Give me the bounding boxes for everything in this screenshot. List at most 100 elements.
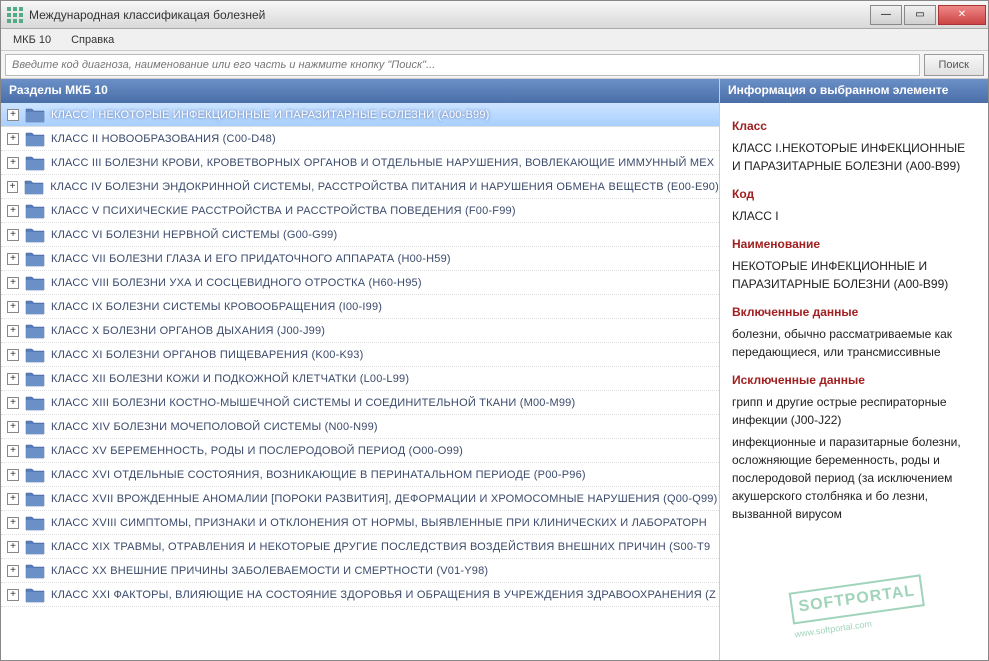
tree-item-label: КЛАСС XII БОЛЕЗНИ КОЖИ И ПОДКОЖНОЙ КЛЕТЧ… bbox=[51, 373, 409, 385]
right-panel-header: Информация о выбранном элементе bbox=[720, 79, 988, 103]
tree-item-label: КЛАСС XVI ОТДЕЛЬНЫЕ СОСТОЯНИЯ, ВОЗНИКАЮЩ… bbox=[51, 469, 586, 481]
expand-icon[interactable]: + bbox=[7, 181, 18, 193]
maximize-button[interactable]: ▭ bbox=[904, 5, 936, 25]
expand-icon[interactable]: + bbox=[7, 301, 19, 313]
minimize-button[interactable]: — bbox=[870, 5, 902, 25]
right-panel: Информация о выбранном элементе Класс КЛ… bbox=[720, 79, 988, 660]
left-panel-header: Разделы МКБ 10 bbox=[1, 79, 719, 103]
info-heading-included: Включенные данные bbox=[732, 303, 976, 321]
app-window: Международная классификацая болезней — ▭… bbox=[0, 0, 989, 661]
watermark-main: SOFTPORTAL bbox=[789, 574, 925, 624]
search-toolbar: Поиск bbox=[1, 51, 988, 79]
tree-item[interactable]: + КЛАСС XXI ФАКТОРЫ, ВЛИЯЮЩИЕ НА СОСТОЯНИ… bbox=[1, 583, 719, 607]
folder-icon bbox=[25, 539, 45, 555]
expand-icon[interactable]: + bbox=[7, 517, 19, 529]
content-area: Разделы МКБ 10 + КЛАСС I НЕКОТОРЫЕ ИНФЕКЦ… bbox=[1, 79, 988, 660]
tree-item[interactable]: +КЛАСС XVII ВРОЖДЕННЫЕ АНОМАЛИИ [ПОРОКИ … bbox=[1, 487, 719, 511]
expand-icon[interactable]: + bbox=[7, 589, 19, 601]
folder-icon bbox=[25, 107, 45, 123]
folder-icon bbox=[25, 587, 45, 603]
expand-icon[interactable]: + bbox=[7, 229, 19, 241]
expand-icon[interactable]: + bbox=[7, 157, 19, 169]
titlebar[interactable]: Международная классификацая болезней — ▭… bbox=[1, 1, 988, 29]
window-controls: — ▭ ✕ bbox=[870, 5, 988, 25]
tree-item-label: КЛАСС XVIII СИМПТОМЫ, ПРИЗНАКИ И ОТКЛОНЕ… bbox=[51, 517, 707, 529]
info-value-code: КЛАСС I bbox=[732, 207, 976, 225]
expand-icon[interactable]: + bbox=[7, 205, 19, 217]
tree-item-label: КЛАСС VII БОЛЕЗНИ ГЛАЗА И ЕГО ПРИДАТОЧНО… bbox=[51, 253, 451, 265]
tree-item[interactable]: + КЛАСС XVIII СИМПТОМЫ, ПРИЗНАКИ И ОТКЛОН… bbox=[1, 511, 719, 535]
app-icon bbox=[7, 7, 23, 23]
tree-item-label: КЛАСС XIV БОЛЕЗНИ МОЧЕПОЛОВОЙ СИСТЕМЫ (N… bbox=[51, 421, 378, 433]
expand-icon[interactable]: + bbox=[7, 109, 19, 121]
folder-icon bbox=[25, 347, 45, 363]
tree-item[interactable]: +КЛАСС V ПСИХИЧЕСКИЕ РАССТРОЙСТВА И РАСС… bbox=[1, 199, 719, 223]
tree-item-label: КЛАСС VI БОЛЕЗНИ НЕРВНОЙ СИСТЕМЫ (G00-G9… bbox=[51, 229, 337, 241]
menu-help[interactable]: Справка bbox=[63, 32, 122, 48]
window-title: Международная классификацая болезней bbox=[29, 8, 870, 22]
tree-item[interactable]: + КЛАСС XV БЕРЕМЕННОСТЬ, РОДЫ И ПОСЛЕРОДО… bbox=[1, 439, 719, 463]
tree-item[interactable]: +КЛАСС IX БОЛЕЗНИ СИСТЕМЫ КРОВООБРАЩЕНИЯ… bbox=[1, 295, 719, 319]
info-value-name: НЕКОТОРЫЕ ИНФЕКЦИОННЫЕ И ПАРАЗИТАРНЫЕ БО… bbox=[732, 257, 976, 293]
folder-icon bbox=[25, 419, 45, 435]
tree-item[interactable]: + КЛАСС XII БОЛЕЗНИ КОЖИ И ПОДКОЖНОЙ КЛЕТ… bbox=[1, 367, 719, 391]
tree-item-label: КЛАСС VIII БОЛЕЗНИ УХА И СОСЦЕВИДНОГО ОТ… bbox=[51, 277, 422, 289]
expand-icon[interactable]: + bbox=[7, 133, 19, 145]
folder-icon bbox=[25, 323, 45, 339]
tree-item[interactable]: + КЛАСС XIV БОЛЕЗНИ МОЧЕПОЛОВОЙ СИСТЕМЫ (… bbox=[1, 415, 719, 439]
expand-icon[interactable]: + bbox=[7, 565, 19, 577]
tree-item-label: КЛАСС II НОВООБРАЗОВАНИЯ (C00-D48) bbox=[51, 133, 276, 145]
tree-item-label: КЛАСС XI БОЛЕЗНИ ОРГАНОВ ПИЩЕВАРЕНИЯ (K0… bbox=[51, 349, 363, 361]
folder-icon bbox=[25, 275, 45, 291]
tree-item[interactable]: + КЛАСС VI БОЛЕЗНИ НЕРВНОЙ СИСТЕМЫ (G00-G… bbox=[1, 223, 719, 247]
search-input[interactable] bbox=[5, 54, 920, 76]
tree-item[interactable]: +КЛАСС X БОЛЕЗНИ ОРГАНОВ ДЫХАНИЯ (J00-J9… bbox=[1, 319, 719, 343]
tree-item-label: КЛАСС XV БЕРЕМЕННОСТЬ, РОДЫ И ПОСЛЕРОДОВ… bbox=[51, 445, 463, 457]
folder-icon bbox=[25, 443, 45, 459]
folder-icon bbox=[25, 227, 45, 243]
folder-icon bbox=[25, 131, 45, 147]
tree-item-label: КЛАСС XXI ФАКТОРЫ, ВЛИЯЮЩИЕ НА СОСТОЯНИЕ… bbox=[51, 589, 716, 601]
expand-icon[interactable]: + bbox=[7, 421, 19, 433]
tree-item[interactable]: + КЛАСС XX ВНЕШНИЕ ПРИЧИНЫ ЗАБОЛЕВАЕМОСТИ… bbox=[1, 559, 719, 583]
folder-icon bbox=[25, 203, 45, 219]
expand-icon[interactable]: + bbox=[7, 541, 19, 553]
expand-icon[interactable]: + bbox=[7, 325, 19, 337]
search-button[interactable]: Поиск bbox=[924, 54, 984, 76]
expand-icon[interactable]: + bbox=[7, 349, 19, 361]
info-heading-class: Класс bbox=[732, 117, 976, 135]
expand-icon[interactable]: + bbox=[7, 397, 19, 409]
tree-item[interactable]: +КЛАСС XIX ТРАВМЫ, ОТРАВЛЕНИЯ И НЕКОТОРЫ… bbox=[1, 535, 719, 559]
tree-item[interactable]: + КЛАСС XI БОЛЕЗНИ ОРГАНОВ ПИЩЕВАРЕНИЯ (K… bbox=[1, 343, 719, 367]
tree-item[interactable]: + КЛАСС II НОВООБРАЗОВАНИЯ (C00-D48) bbox=[1, 127, 719, 151]
tree-item[interactable]: + КЛАСС VII БОЛЕЗНИ ГЛАЗА И ЕГО ПРИДАТОЧН… bbox=[1, 247, 719, 271]
info-panel[interactable]: Класс КЛАСС I.НЕКОТОРЫЕ ИНФЕКЦИОННЫЕ И П… bbox=[720, 103, 988, 660]
folder-icon bbox=[25, 155, 45, 171]
expand-icon[interactable]: + bbox=[7, 445, 19, 457]
info-heading-code: Код bbox=[732, 185, 976, 203]
tree-item-label: КЛАСС XX ВНЕШНИЕ ПРИЧИНЫ ЗАБОЛЕВАЕМОСТИ … bbox=[51, 565, 488, 577]
menu-mkb10[interactable]: МКБ 10 bbox=[5, 32, 59, 48]
tree-item[interactable]: + КЛАСС XVI ОТДЕЛЬНЫЕ СОСТОЯНИЯ, ВОЗНИКАЮ… bbox=[1, 463, 719, 487]
tree-item-label: КЛАСС I НЕКОТОРЫЕ ИНФЕКЦИОННЫЕ И ПАРАЗИТ… bbox=[51, 109, 490, 121]
tree-item[interactable]: +КЛАСС IV БОЛЕЗНИ ЭНДОКРИННОЙ СИСТЕМЫ, Р… bbox=[1, 175, 719, 199]
folder-icon bbox=[25, 515, 45, 531]
folder-icon bbox=[24, 179, 44, 195]
watermark: SOFTPORTAL www.softportal.com bbox=[789, 568, 976, 652]
tree-item[interactable]: +КЛАСС III БОЛЕЗНИ КРОВИ, КРОВЕТВОРНЫХ О… bbox=[1, 151, 719, 175]
tree-item[interactable]: + КЛАСС I НЕКОТОРЫЕ ИНФЕКЦИОННЫЕ И ПАРАЗИ… bbox=[1, 103, 719, 127]
expand-icon[interactable]: + bbox=[7, 253, 19, 265]
info-value-class: КЛАСС I.НЕКОТОРЫЕ ИНФЕКЦИОННЫЕ И ПАРАЗИТ… bbox=[732, 139, 976, 175]
tree-view[interactable]: + КЛАСС I НЕКОТОРЫЕ ИНФЕКЦИОННЫЕ И ПАРАЗИ… bbox=[1, 103, 719, 660]
info-heading-name: Наименование bbox=[732, 235, 976, 253]
tree-item[interactable]: + КЛАСС XIII БОЛЕЗНИ КОСТНО-МЫШЕЧНОЙ СИСТ… bbox=[1, 391, 719, 415]
expand-icon[interactable]: + bbox=[7, 493, 19, 505]
expand-icon[interactable]: + bbox=[7, 373, 19, 385]
close-button[interactable]: ✕ bbox=[938, 5, 986, 25]
expand-icon[interactable]: + bbox=[7, 277, 19, 289]
expand-icon[interactable]: + bbox=[7, 469, 19, 481]
tree-item[interactable]: + КЛАСС VIII БОЛЕЗНИ УХА И СОСЦЕВИДНОГО О… bbox=[1, 271, 719, 295]
info-heading-excluded: Исключенные данные bbox=[732, 371, 976, 389]
tree-item-label: КЛАСС XIII БОЛЕЗНИ КОСТНО-МЫШЕЧНОЙ СИСТЕ… bbox=[51, 397, 575, 409]
info-value-included: болезни, обычно рассматриваемые как пере… bbox=[732, 325, 976, 361]
